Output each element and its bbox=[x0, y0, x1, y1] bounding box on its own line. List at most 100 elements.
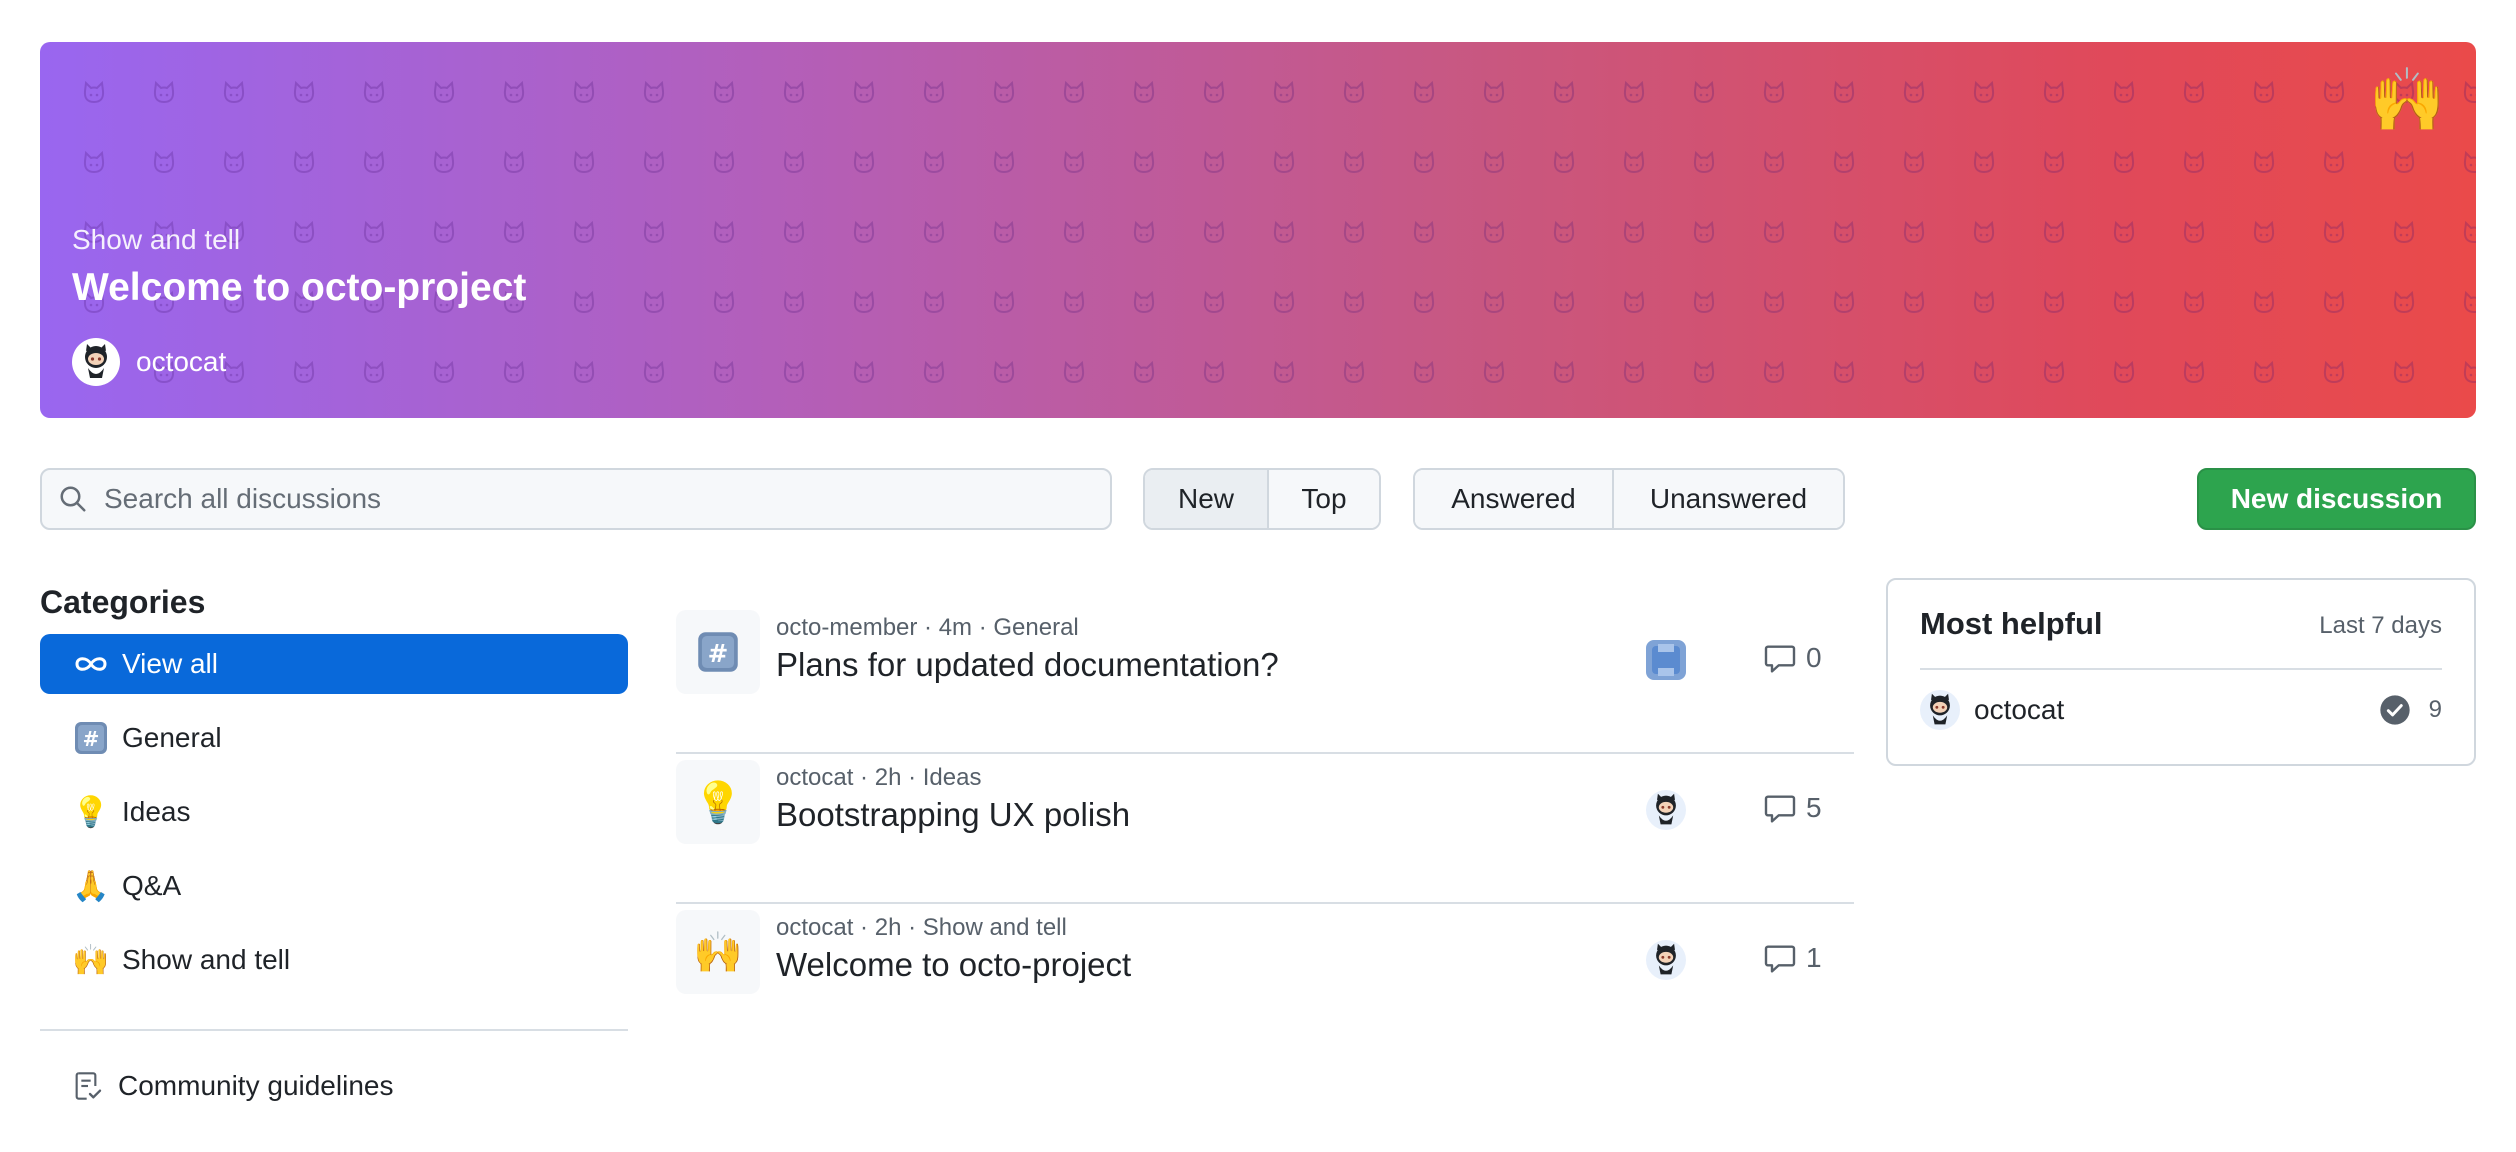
pattern-cat-icon bbox=[1973, 360, 1995, 384]
pattern-cat-icon bbox=[1413, 220, 1435, 244]
pattern-cat-icon bbox=[83, 150, 105, 174]
hero-author-name[interactable]: octocat bbox=[136, 346, 226, 378]
sidebar-item-view-all[interactable]: View all bbox=[40, 634, 628, 694]
pattern-cat-icon bbox=[2113, 80, 2135, 104]
sort-top-button[interactable]: Top bbox=[1267, 470, 1379, 528]
pattern-cat-icon bbox=[2113, 220, 2135, 244]
pattern-cat-icon bbox=[993, 220, 1015, 244]
filter-answered-button[interactable]: Answered bbox=[1415, 470, 1612, 528]
pattern-cat-icon bbox=[153, 150, 175, 174]
hero-category[interactable]: Show and tell bbox=[72, 224, 240, 256]
sidebar-item-qa[interactable]: 🙏 Q&A bbox=[40, 856, 628, 916]
hero-author[interactable]: octocat bbox=[72, 338, 226, 386]
categories-list: View all # General 💡 Ideas 🙏 Q&A 🙌 Show … bbox=[40, 634, 628, 1004]
sort-toggle: New Top bbox=[1143, 468, 1381, 530]
pattern-cat-icon bbox=[2323, 150, 2345, 174]
pattern-cat-icon bbox=[923, 150, 945, 174]
pattern-cat-icon bbox=[433, 360, 455, 384]
pattern-cat-icon bbox=[783, 290, 805, 314]
pattern-cat-icon bbox=[853, 360, 875, 384]
community-guidelines-label: Community guidelines bbox=[118, 1070, 394, 1101]
pattern-cat-icon bbox=[1133, 360, 1155, 384]
avatar[interactable] bbox=[1646, 790, 1686, 830]
octocat-icon bbox=[1656, 943, 1676, 975]
pattern-cat-icon bbox=[1833, 360, 1855, 384]
search-box[interactable] bbox=[40, 468, 1112, 530]
pattern-cat-icon bbox=[2253, 220, 2275, 244]
discussion-category[interactable]: Ideas bbox=[923, 764, 982, 791]
pattern-cat-icon bbox=[713, 80, 735, 104]
pattern-cat-icon bbox=[713, 150, 735, 174]
avatar[interactable] bbox=[1920, 690, 1960, 730]
octocat-icon bbox=[1930, 693, 1950, 725]
lightbulb-icon: 💡 bbox=[676, 760, 760, 844]
discussion-author[interactable]: octocat bbox=[776, 914, 853, 941]
comment-count-value: 5 bbox=[1806, 792, 1822, 823]
helpful-score-value: 9 bbox=[2428, 696, 2442, 723]
comment-count[interactable]: 1 bbox=[1764, 942, 1822, 974]
pattern-cat-icon bbox=[1063, 150, 1085, 174]
discussion-category[interactable]: Show and tell bbox=[923, 914, 1067, 941]
pattern-cat-icon bbox=[573, 360, 595, 384]
answer-filter: Answered Unanswered bbox=[1413, 468, 1845, 530]
discussion-title[interactable]: Bootstrapping UX polish bbox=[776, 796, 1130, 834]
most-helpful-title: Most helpful bbox=[1920, 606, 2103, 641]
pattern-cat-icon bbox=[1483, 290, 1505, 314]
pattern-cat-icon bbox=[923, 360, 945, 384]
sidebar-item-show-and-tell[interactable]: 🙌 Show and tell bbox=[40, 930, 628, 990]
avatar[interactable] bbox=[1646, 640, 1686, 680]
list-item[interactable]: # octo-member · 4m · General Plans for u… bbox=[676, 604, 1854, 754]
pattern-cat-icon bbox=[83, 80, 105, 104]
discussion-author[interactable]: octocat bbox=[776, 764, 853, 791]
pattern-cat-icon bbox=[223, 360, 245, 384]
pattern-cat-icon bbox=[573, 290, 595, 314]
sidebar-divider bbox=[40, 1029, 628, 1031]
helpful-score: 9 bbox=[2379, 694, 2442, 726]
sidebar-item-general[interactable]: # General bbox=[40, 708, 628, 768]
list-item[interactable]: 🙌 octocat · 2h · Show and tell Welcome t… bbox=[676, 904, 1854, 1054]
pattern-cat-icon bbox=[2113, 360, 2135, 384]
filter-unanswered-button[interactable]: Unanswered bbox=[1612, 470, 1843, 528]
sort-new-button[interactable]: New bbox=[1145, 470, 1267, 528]
pattern-cat-icon bbox=[993, 360, 1015, 384]
comment-count[interactable]: 5 bbox=[1764, 792, 1822, 824]
pattern-cat-icon bbox=[643, 360, 665, 384]
pattern-cat-icon bbox=[2323, 220, 2345, 244]
pattern-cat-icon bbox=[1693, 220, 1715, 244]
community-guidelines-link[interactable]: Community guidelines bbox=[72, 1070, 393, 1102]
pattern-cat-icon bbox=[2253, 80, 2275, 104]
pattern-cat-icon bbox=[713, 360, 735, 384]
hero-title[interactable]: Welcome to octo-project bbox=[72, 266, 526, 310]
discussion-title[interactable]: Welcome to octo-project bbox=[776, 946, 1131, 984]
pattern-cat-icon bbox=[503, 220, 525, 244]
pattern-cat-icon bbox=[713, 220, 735, 244]
pattern-cat-icon bbox=[1413, 150, 1435, 174]
sidebar-item-label: Q&A bbox=[122, 870, 182, 901]
pattern-cat-icon bbox=[503, 360, 525, 384]
new-discussion-button[interactable]: New discussion bbox=[2197, 468, 2476, 530]
sidebar-item-label: Show and tell bbox=[122, 944, 291, 975]
pattern-cat-icon bbox=[2463, 80, 2476, 104]
discussion-title[interactable]: Plans for updated documentation? bbox=[776, 646, 1279, 684]
pattern-cat-icon bbox=[2183, 80, 2205, 104]
svg-text:#: # bbox=[83, 727, 100, 751]
pattern-cat-icon bbox=[1133, 220, 1155, 244]
list-item[interactable]: 💡 octocat · 2h · Ideas Bootstrapping UX … bbox=[676, 754, 1854, 904]
pattern-cat-icon bbox=[2043, 290, 2065, 314]
search-input[interactable] bbox=[104, 483, 1064, 515]
pattern-cat-icon bbox=[2043, 80, 2065, 104]
pattern-cat-icon bbox=[1903, 290, 1925, 314]
pattern-cat-icon bbox=[1623, 150, 1645, 174]
discussion-category[interactable]: General bbox=[993, 614, 1078, 641]
pattern-cat-icon bbox=[1343, 220, 1365, 244]
avatar[interactable] bbox=[72, 338, 120, 386]
avatar[interactable] bbox=[1646, 940, 1686, 980]
helpful-user-row[interactable]: octocat 9 bbox=[1920, 686, 2442, 734]
pattern-cat-icon bbox=[1693, 150, 1715, 174]
comment-count[interactable]: 0 bbox=[1764, 642, 1822, 674]
helpful-user-name[interactable]: octocat bbox=[1974, 694, 2064, 726]
sidebar-item-ideas[interactable]: 💡 Ideas bbox=[40, 782, 628, 842]
discussion-author[interactable]: octo-member bbox=[776, 614, 917, 641]
octocat-icon bbox=[1656, 793, 1676, 825]
pattern-cat-icon bbox=[1063, 80, 1085, 104]
